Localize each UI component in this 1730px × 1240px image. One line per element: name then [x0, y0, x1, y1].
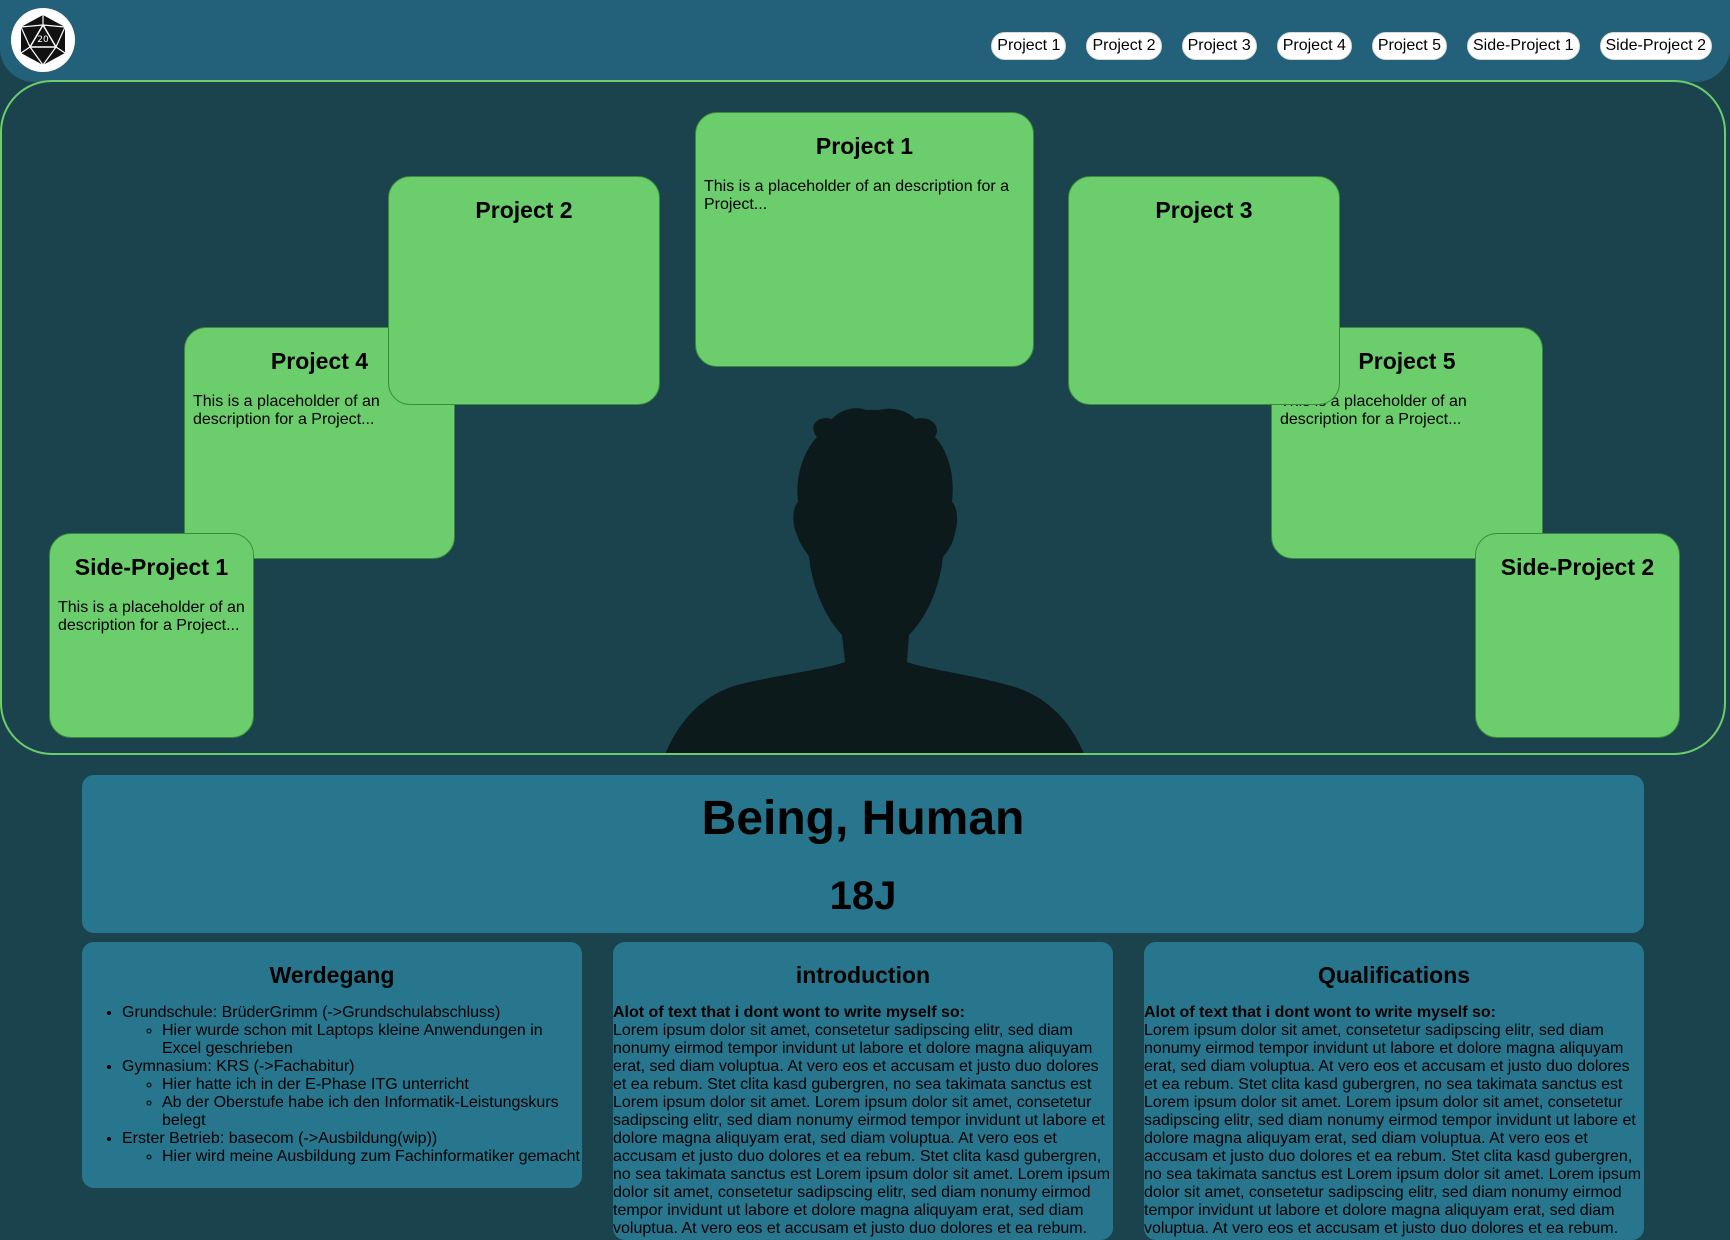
nav-project-1[interactable]: Project 1: [991, 32, 1067, 60]
list-item: Gymnasium: KRS (->Fachabitur) Hier hatte…: [122, 1058, 582, 1130]
project-card-1[interactable]: Project 1 This is a placeholder of an de…: [695, 112, 1034, 367]
introduction-panel: introduction Alot of text that i dont wo…: [613, 942, 1113, 1240]
nav-side-project-1[interactable]: Side-Project 1: [1467, 32, 1580, 60]
project-card-title: Project 3: [1155, 197, 1253, 223]
project-card-title: Side-Project 2: [1500, 554, 1655, 580]
werdegang-panel: Werdegang Grundschule: BrüderGrimm (->Gr…: [82, 942, 582, 1188]
list-item: Ab der Oberstufe habe ich den Informatik…: [162, 1094, 582, 1130]
side-project-card-1[interactable]: Side-Project 1 This is a placeholder of …: [49, 533, 254, 738]
nav-project-2[interactable]: Project 2: [1086, 32, 1162, 60]
profile-name: Being, Human: [701, 792, 1025, 845]
profile-header: Being, Human 18J: [82, 775, 1644, 933]
nav-side-project-2[interactable]: Side-Project 2: [1599, 32, 1712, 60]
project-card-2[interactable]: Project 2: [388, 176, 660, 405]
panel-title: Werdegang: [269, 962, 395, 988]
project-card-title: Project 1: [815, 133, 914, 159]
list-item: Grundschule: BrüderGrimm (->Grundschulab…: [122, 1004, 582, 1058]
project-card-3[interactable]: Project 3: [1068, 176, 1340, 405]
site-header: 20 Project 1 Project 2 Project 3 Project…: [0, 0, 1730, 82]
nav-project-5[interactable]: Project 5: [1371, 32, 1447, 60]
qualifications-text: Alot of text that i dont wont to write m…: [1144, 1004, 1644, 1238]
main-nav: Project 1 Project 2 Project 3 Project 4 …: [991, 32, 1712, 60]
introduction-text: Alot of text that i dont wont to write m…: [613, 1004, 1113, 1238]
list-item: Hier wurde schon mit Laptops kleine Anwe…: [162, 1022, 582, 1058]
person-silhouette-icon: [665, 408, 1084, 753]
projects-showcase: Project 1 This is a placeholder of an de…: [0, 80, 1726, 755]
list-item: Erster Betrieb: basecom (->Ausbildung(wi…: [122, 1130, 582, 1166]
project-card-title: Side-Project 1: [74, 554, 229, 580]
side-project-card-2[interactable]: Side-Project 2: [1475, 533, 1680, 738]
profile-age: 18J: [829, 874, 897, 918]
svg-text:20: 20: [37, 35, 49, 45]
body-text: Lorem ipsum dolor sit amet, consetetur s…: [1144, 1022, 1642, 1237]
project-card-description: This is a placeholder of an description …: [58, 599, 245, 634]
project-card-description: This is a placeholder of an description …: [704, 178, 1010, 213]
lead-text: Alot of text that i dont wont to write m…: [1144, 1004, 1496, 1021]
list-item: Hier hatte ich in der E-Phase ITG unterr…: [162, 1076, 582, 1094]
project-card-title: Project 2: [475, 197, 573, 223]
nav-project-4[interactable]: Project 4: [1276, 32, 1352, 60]
d20-dice-icon[interactable]: 20: [11, 8, 75, 72]
werdegang-list: Grundschule: BrüderGrimm (->Grundschulab…: [82, 1004, 582, 1166]
panel-title: Qualifications: [1317, 962, 1471, 988]
nav-project-3[interactable]: Project 3: [1181, 32, 1257, 60]
qualifications-panel: Qualifications Alot of text that i dont …: [1144, 942, 1644, 1240]
body-text: Lorem ipsum dolor sit amet, consetetur s…: [613, 1022, 1111, 1237]
list-item: Hier wird meine Ausbildung zum Fachinfor…: [162, 1148, 582, 1166]
panel-title: introduction: [795, 962, 931, 988]
lead-text: Alot of text that i dont wont to write m…: [613, 1004, 965, 1021]
